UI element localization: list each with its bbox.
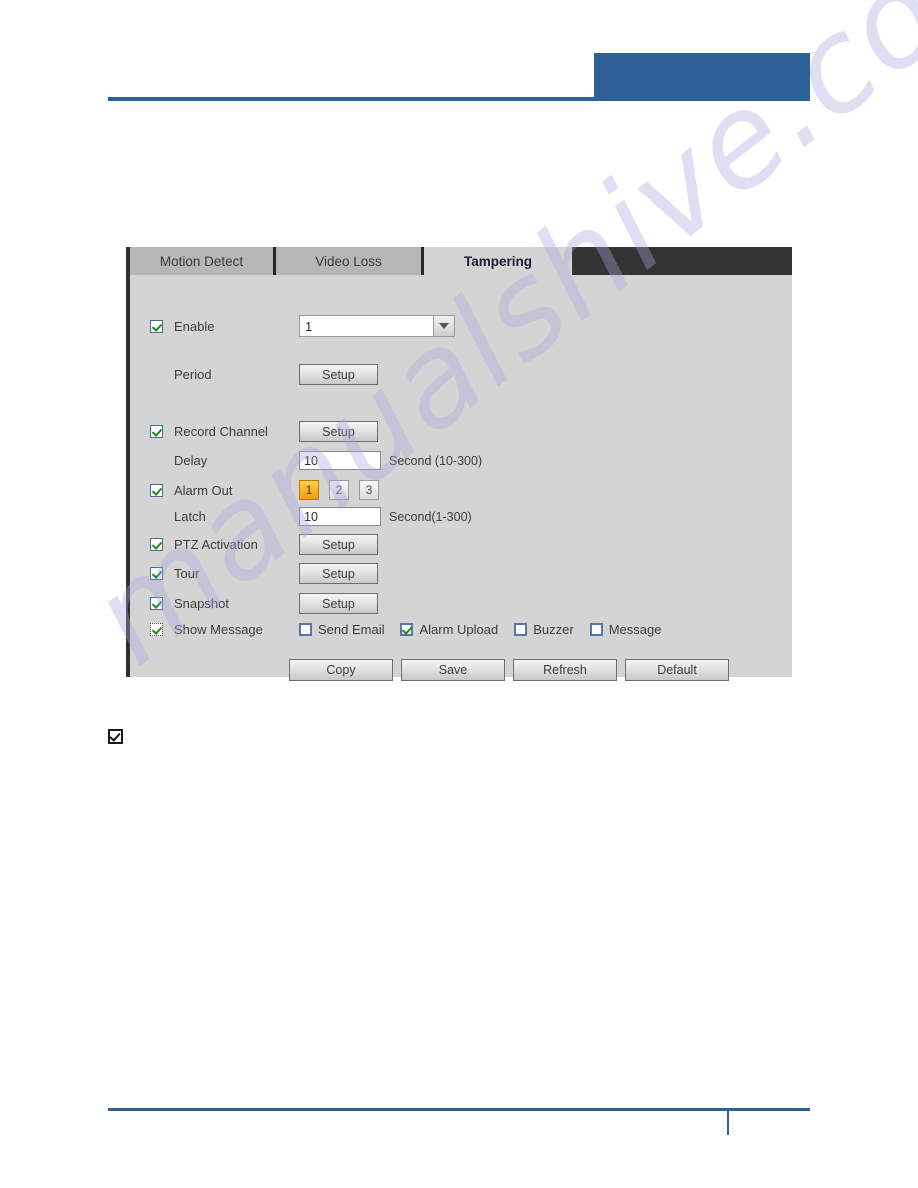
row-latch: Latch 10 Second(1-300): [150, 507, 472, 526]
alarm-upload-option[interactable]: Alarm Upload: [400, 622, 514, 637]
tour-setup-button[interactable]: Setup: [299, 563, 378, 584]
ptz-activation-setup-button[interactable]: Setup: [299, 534, 378, 555]
note-checkbox-checked-icon: [108, 729, 123, 744]
row-alarm-out: Alarm Out 1 2 3: [150, 480, 389, 500]
tampering-settings-panel: Motion Detect Video Loss Tampering Enabl…: [126, 247, 792, 681]
message-option[interactable]: Message: [589, 622, 678, 637]
send-email-checkbox[interactable]: [299, 623, 312, 636]
enable-checkbox[interactable]: [150, 319, 163, 333]
message-checkbox[interactable]: [589, 623, 603, 636]
alarm-out-label: Alarm Out: [174, 482, 233, 498]
send-email-label: Send Email: [318, 622, 385, 637]
latch-label: Latch: [174, 509, 206, 524]
header-accent-block: [594, 53, 810, 101]
row-record-channel: Record Channel Setup: [150, 421, 378, 442]
record-channel-label: Record Channel: [174, 424, 268, 439]
latch-unit-label: Second(1-300): [389, 509, 472, 524]
record-channel-setup-button[interactable]: Setup: [299, 421, 378, 442]
row-delay: Delay 10 Second (10-300): [150, 451, 482, 470]
tab-video-loss-label: Video Loss: [315, 253, 382, 269]
tab-tampering-label: Tampering: [463, 253, 532, 269]
refresh-button[interactable]: Refresh: [513, 659, 617, 681]
tab-tampering[interactable]: Tampering: [424, 247, 572, 275]
send-email-option[interactable]: Send Email: [299, 622, 400, 637]
alarm-out-checkbox[interactable]: [150, 483, 163, 497]
delay-input[interactable]: 10: [299, 451, 381, 470]
buzzer-checkbox[interactable]: [514, 623, 528, 636]
default-button[interactable]: Default: [625, 659, 729, 681]
action-button-row: Copy Save Refresh Default: [289, 659, 729, 681]
buzzer-label: Buzzer: [533, 622, 574, 637]
tour-checkbox[interactable]: [150, 567, 163, 580]
period-label: Period: [174, 367, 212, 382]
alarm-upload-label: Alarm Upload: [419, 622, 499, 637]
show-message-label: Show Message: [174, 622, 263, 637]
message-label: Message: [608, 622, 662, 637]
row-snapshot: Snapshot Setup: [150, 593, 378, 614]
row-show-message: Show Message Send Email Alarm Upload Buz…: [150, 622, 677, 637]
latch-input[interactable]: 10: [299, 507, 381, 526]
chevron-down-icon[interactable]: [433, 316, 454, 336]
copy-button[interactable]: Copy: [289, 659, 393, 681]
tour-label: Tour: [174, 566, 200, 581]
row-ptz-activation: PTZ Activation Setup: [150, 534, 378, 555]
snapshot-setup-button[interactable]: Setup: [299, 593, 378, 614]
document-page: manualshive.com Motion Detect Video Loss…: [0, 0, 918, 1188]
period-setup-button[interactable]: Setup: [299, 364, 378, 385]
row-period: Period Setup: [150, 364, 378, 385]
save-button[interactable]: Save: [401, 659, 505, 681]
alarm-out-option-2[interactable]: 2: [329, 480, 349, 500]
snapshot-label: Snapshot: [174, 596, 229, 611]
channel-select-value: 1: [305, 318, 313, 334]
notify-options-group: Send Email Alarm Upload Buzzer Message: [299, 622, 677, 637]
show-message-checkbox[interactable]: [150, 623, 163, 636]
alarm-upload-checkbox[interactable]: [400, 623, 414, 636]
channel-select[interactable]: 1: [299, 315, 455, 337]
record-channel-checkbox[interactable]: [150, 425, 163, 438]
ptz-activation-label: PTZ Activation: [174, 537, 258, 552]
footer-rule: [108, 1108, 810, 1111]
enable-label: Enable: [174, 318, 215, 334]
tab-bar: Motion Detect Video Loss Tampering: [130, 247, 792, 275]
alarm-out-option-3[interactable]: 3: [359, 480, 379, 500]
row-tour: Tour Setup: [150, 563, 378, 584]
buzzer-option[interactable]: Buzzer: [514, 622, 589, 637]
alarm-out-option-1[interactable]: 1: [299, 480, 319, 500]
tab-bar-filler: [572, 247, 792, 275]
header-rule: [108, 97, 810, 101]
tab-video-loss[interactable]: Video Loss: [276, 247, 424, 275]
delay-label: Delay: [174, 453, 208, 468]
tab-motion-detect[interactable]: Motion Detect: [130, 247, 276, 275]
ptz-activation-checkbox[interactable]: [150, 538, 163, 551]
tab-motion-detect-label: Motion Detect: [159, 253, 244, 269]
footer-tick: [727, 1110, 729, 1135]
snapshot-checkbox[interactable]: [150, 597, 163, 610]
row-enable: Enable 1: [150, 315, 455, 337]
delay-unit-label: Second (10-300): [389, 453, 483, 468]
